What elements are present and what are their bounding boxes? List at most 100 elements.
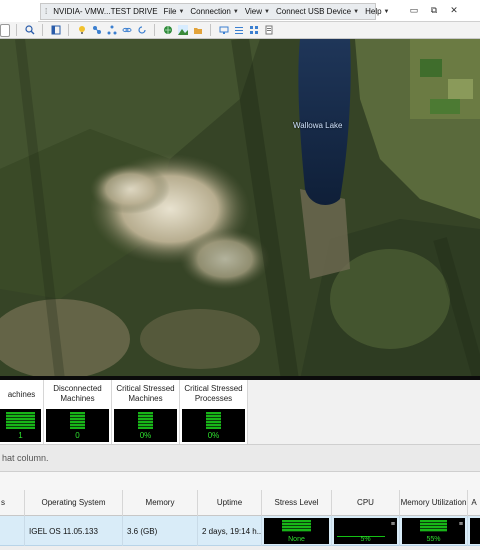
drag-handle-icon[interactable]: ⁞ <box>45 7 47 17</box>
globe-icon[interactable] <box>161 24 174 37</box>
menu-connection-label: Connection <box>190 7 231 16</box>
memory-util-value: 55% <box>426 536 441 543</box>
cell-uptime: 2 days, 19:14 h... <box>198 516 262 546</box>
partial-meter <box>470 518 480 544</box>
document-icon[interactable] <box>262 24 275 37</box>
column-header[interactable]: A <box>468 490 480 516</box>
meter-bars <box>6 412 35 429</box>
cell-memory-utilization: ≡ 55% <box>400 516 468 546</box>
window-titlebar: ⁞ NVIDIA- VMW...TEST DRIVE File ▼ Connect… <box>0 0 480 22</box>
chevron-down-icon: ▼ <box>232 8 239 15</box>
refresh-icon[interactable] <box>135 24 148 37</box>
search-icon[interactable] <box>23 24 36 37</box>
menu-view[interactable]: View ▼ <box>245 7 270 16</box>
session-menu-bar: ⁞ NVIDIA- VMW...TEST DRIVE File ▼ Connect… <box>40 3 390 20</box>
session-title: NVIDIA- VMW...TEST DRIVE <box>53 7 158 16</box>
toolbar-field[interactable] <box>0 23 10 37</box>
terrain-image <box>0 39 480 380</box>
menu-file-label: File <box>163 7 177 16</box>
cell-memory: 3.6 (GB) <box>123 516 198 546</box>
summary-card-value: 1 <box>18 431 23 440</box>
meter-bars <box>138 412 153 429</box>
grid-spacer <box>0 472 480 490</box>
summary-card-label: achines <box>7 390 36 399</box>
toolbar <box>0 22 480 39</box>
network-icon[interactable] <box>90 24 103 37</box>
grid-icon[interactable] <box>247 24 260 37</box>
menu-icon[interactable]: ≡ <box>391 521 395 528</box>
chevron-down-icon: ▼ <box>383 8 390 15</box>
summary-empty-area <box>248 380 480 444</box>
restore-icon[interactable]: ⧉ <box>428 4 440 16</box>
summary-card-disconnected[interactable]: Disconnected Machines 0 <box>44 380 112 444</box>
meter-bars <box>282 520 311 532</box>
list-icon[interactable] <box>232 24 245 37</box>
satellite-map[interactable]: Wallowa Lake <box>0 39 480 380</box>
toolbar-separator <box>42 24 43 36</box>
toolbar-separator <box>16 24 17 36</box>
menu-connection[interactable]: Connection ▼ <box>190 7 238 16</box>
cpu-graph <box>337 521 385 537</box>
summary-card-critical-processes[interactable]: Critical Stressed Processes 0% <box>180 380 248 444</box>
screen-icon[interactable] <box>217 24 230 37</box>
menu-help[interactable]: Help ▼ <box>365 7 389 16</box>
summary-card-critical-machines[interactable]: Critical Stressed Machines 0% <box>112 380 180 444</box>
nodes-icon[interactable] <box>105 24 118 37</box>
toolbar-separator <box>154 24 155 36</box>
cell-operating-system: IGEL OS 11.05.133 <box>25 516 123 546</box>
menu-help-label: Help <box>365 7 382 16</box>
summary-card-value: 0% <box>207 431 220 440</box>
menu-icon[interactable]: ≡ <box>459 521 463 528</box>
meter-bars <box>70 412 85 429</box>
summary-card-value: 0% <box>139 431 152 440</box>
column-header[interactable]: Memory <box>123 490 198 516</box>
group-by-panel[interactable]: hat column. <box>0 444 480 472</box>
chevron-down-icon: ▼ <box>264 8 270 15</box>
minimize-icon[interactable]: ▭ <box>408 4 420 16</box>
menu-file[interactable]: File ▼ <box>164 7 185 16</box>
summary-card-label: Critical Stressed Processes <box>184 384 243 403</box>
summary-card-label: Disconnected Machines <box>53 384 102 403</box>
column-header[interactable]: Operating System <box>25 490 123 516</box>
landscape-icon[interactable] <box>176 24 189 37</box>
chevron-down-icon: ▼ <box>353 8 360 15</box>
link-icon[interactable] <box>120 24 133 37</box>
summary-meter: 0% <box>182 409 245 442</box>
folder-icon[interactable] <box>191 24 204 37</box>
grid-header: s Operating System Memory Uptime Stress … <box>0 490 480 516</box>
close-icon[interactable]: ✕ <box>448 4 460 16</box>
stress-meter: None <box>264 518 329 544</box>
row-cell <box>0 516 25 546</box>
grid-footer <box>0 546 480 550</box>
summary-meter: 0% <box>114 409 177 442</box>
column-header[interactable]: Uptime <box>198 490 262 516</box>
memory-meter: ≡ 55% <box>402 518 465 544</box>
menu-connect-usb-label: Connect USB Device <box>275 7 352 16</box>
column-header[interactable]: CPU <box>332 490 400 516</box>
chevron-down-icon: ▼ <box>178 8 185 15</box>
cpu-value: 5% <box>360 536 371 543</box>
lightbulb-icon[interactable] <box>75 24 88 37</box>
column-header[interactable]: s <box>0 490 25 516</box>
summary-card-value: 0 <box>75 431 80 440</box>
cpu-meter: ≡ 5% <box>334 518 397 544</box>
cell-partial <box>468 516 480 546</box>
cell-stress-level: None <box>262 516 332 546</box>
menu-view-label: View <box>244 7 263 16</box>
window-controls: ▭ ⧉ ✕ <box>408 4 460 16</box>
summary-card-label: Critical Stressed Machines <box>116 384 175 403</box>
summary-card-machines[interactable]: achines 1 <box>0 380 44 444</box>
remote-desktop-window: ⁞ NVIDIA- VMW...TEST DRIVE File ▼ Connect… <box>0 0 480 550</box>
panel-icon[interactable] <box>49 24 62 37</box>
toolbar-separator <box>210 24 211 36</box>
map-label-lake: Wallowa Lake <box>293 121 343 130</box>
summary-meter: 1 <box>0 409 41 442</box>
stress-value: None <box>288 536 305 543</box>
menu-connect-usb[interactable]: Connect USB Device ▼ <box>276 7 359 16</box>
group-by-hint: hat column. <box>2 453 49 463</box>
column-header[interactable]: Stress Level <box>262 490 332 516</box>
column-header[interactable]: Memory Utilization <box>400 490 468 516</box>
meter-bars <box>206 412 221 429</box>
summary-meter: 0 <box>46 409 109 442</box>
table-row[interactable]: IGEL OS 11.05.133 3.6 (GB) 2 days, 19:14… <box>0 516 480 546</box>
